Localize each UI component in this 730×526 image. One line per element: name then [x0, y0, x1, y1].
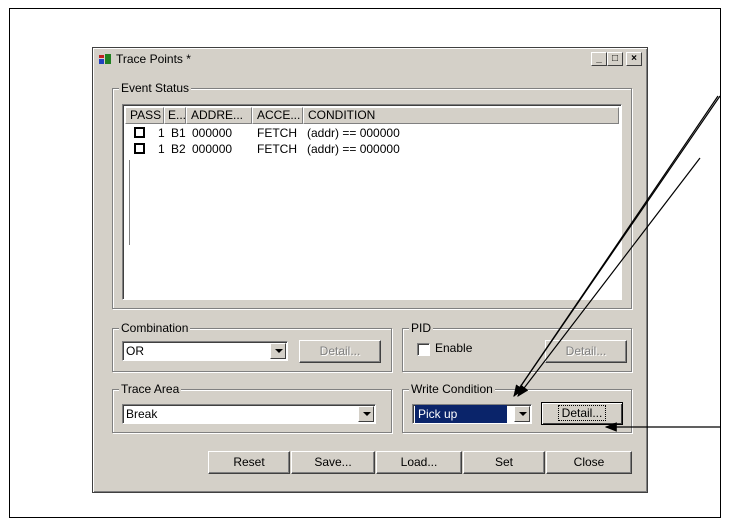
arrow-to-write-condition-value — [517, 157, 701, 397]
arrow-line-upper — [513, 95, 719, 397]
arrow-helper — [554, 96, 720, 396]
annotation-arrows — [513, 95, 721, 432]
